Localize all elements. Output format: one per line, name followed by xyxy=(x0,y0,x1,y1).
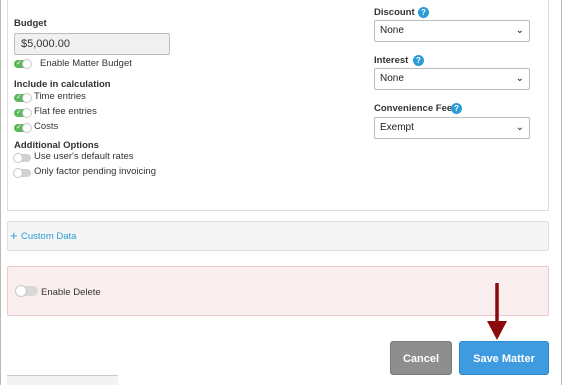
use-default-rates-toggle[interactable] xyxy=(13,153,31,163)
use-default-rates-label: Use user's default rates xyxy=(34,151,134,162)
custom-data-section[interactable]: + Custom Data xyxy=(7,221,549,251)
enable-delete-toggle[interactable] xyxy=(15,285,38,297)
additional-options-heading: Additional Options xyxy=(14,140,99,151)
check-icon: ✓ xyxy=(16,109,22,116)
include-in-calculation-heading: Include in calculation xyxy=(14,79,111,90)
interest-value: None xyxy=(380,73,404,84)
convenience-fee-value: Exempt xyxy=(380,122,414,133)
discount-select[interactable]: None ⌄ xyxy=(374,20,530,42)
toggle-knob xyxy=(13,153,23,163)
budget-label: Budget xyxy=(14,18,47,29)
flat-fee-entries-toggle[interactable]: ✓ xyxy=(14,108,32,118)
time-entries-label: Time entries xyxy=(34,91,86,102)
enable-delete-panel: Enable Delete xyxy=(7,266,549,316)
toggle-knob xyxy=(22,123,32,133)
horizontal-scrollbar[interactable] xyxy=(7,375,118,385)
save-matter-button[interactable]: Save Matter xyxy=(459,341,549,375)
costs-toggle[interactable]: ✓ xyxy=(14,123,32,133)
enable-matter-budget-label: Enable Matter Budget xyxy=(40,58,132,69)
toggle-knob xyxy=(22,93,32,103)
costs-label: Costs xyxy=(34,121,59,132)
enable-matter-budget-toggle[interactable]: ✓ xyxy=(14,59,32,69)
check-icon: ✓ xyxy=(16,60,22,67)
convenience-fee-label: Convenience Fee xyxy=(374,103,453,114)
chevron-down-icon: ⌄ xyxy=(515,122,524,133)
toggle-knob xyxy=(15,285,27,297)
toggle-knob xyxy=(22,59,32,69)
pending-invoicing-toggle[interactable] xyxy=(13,168,31,178)
discount-value: None xyxy=(380,25,404,36)
plus-icon: + xyxy=(10,228,18,243)
chevron-down-icon: ⌄ xyxy=(515,73,524,84)
enable-delete-label: Enable Delete xyxy=(41,287,101,298)
custom-data-link[interactable]: Custom Data xyxy=(21,231,76,242)
help-circle-icon[interactable]: ? xyxy=(451,103,462,114)
convenience-fee-select[interactable]: Exempt ⌄ xyxy=(374,117,530,139)
interest-select[interactable]: None ⌄ xyxy=(374,68,530,90)
budget-input[interactable]: $5,000.00 xyxy=(14,33,170,55)
pending-invoicing-label: Only factor pending invoicing xyxy=(34,166,156,177)
help-circle-icon[interactable]: ? xyxy=(418,7,429,18)
annotation-arrow-icon xyxy=(487,283,507,340)
chevron-down-icon: ⌄ xyxy=(515,25,524,36)
time-entries-toggle[interactable]: ✓ xyxy=(14,93,32,103)
toggle-knob xyxy=(13,168,23,178)
check-icon: ✓ xyxy=(16,94,22,101)
cancel-button[interactable]: Cancel xyxy=(390,341,452,375)
interest-label: Interest xyxy=(374,55,409,66)
check-icon: ✓ xyxy=(16,124,22,131)
flat-fee-entries-label: Flat fee entries xyxy=(34,106,97,117)
help-circle-icon[interactable]: ? xyxy=(413,55,424,66)
discount-label: Discount xyxy=(374,7,415,18)
toggle-knob xyxy=(22,108,32,118)
